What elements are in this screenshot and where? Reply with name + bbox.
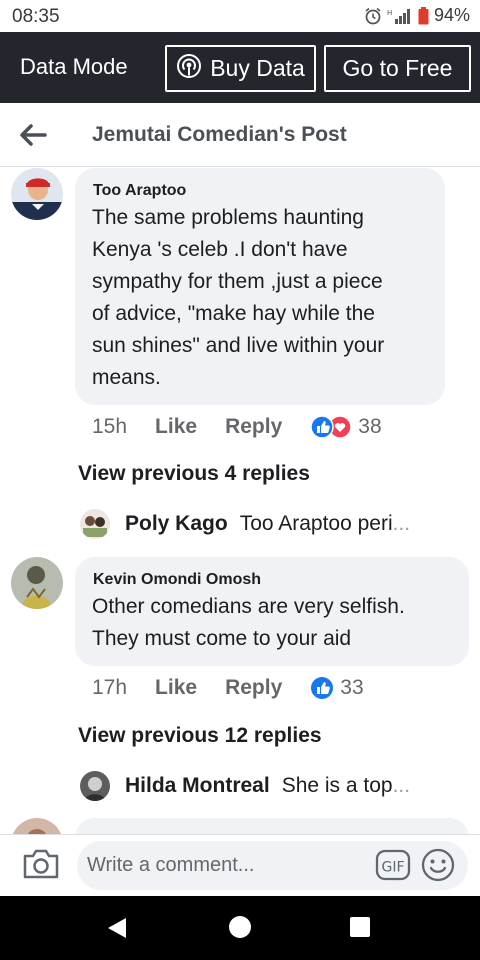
reactions-count: 38: [358, 415, 382, 438]
nav-recent-apps-icon[interactable]: [350, 917, 370, 937]
nav-home-icon[interactable]: [229, 916, 251, 938]
comment-meta: 15h Like Reply 38: [92, 415, 382, 439]
alarm-icon: [364, 7, 382, 25]
reactions[interactable]: [310, 676, 334, 700]
comment-line: They must come to your aid: [92, 627, 352, 650]
comment-author[interactable]: Kevin Omondi Omosh: [93, 571, 261, 589]
comment-meta: 17h Like Reply 33: [92, 676, 364, 700]
comment-line: The same problems haunting: [92, 206, 364, 229]
reply-avatar: [80, 771, 110, 801]
nav-back-icon[interactable]: [106, 917, 128, 944]
view-previous-replies[interactable]: View previous 12 replies: [78, 724, 322, 748]
comment-line: means.: [92, 366, 161, 389]
comment-line: of advice, "make hay while the: [92, 302, 375, 325]
svg-text:H: H: [387, 9, 392, 17]
status-icons: H 94%: [364, 5, 470, 26]
comment-line: Kenya 's celeb .I don't have: [92, 238, 348, 261]
like-button[interactable]: Like: [155, 676, 197, 700]
like-reaction-icon: [311, 677, 334, 699]
reactions[interactable]: [310, 415, 353, 439]
reply-button[interactable]: Reply: [225, 415, 282, 439]
comment-line: sun shines" and live within your: [92, 334, 385, 357]
gif-icon[interactable]: GIF: [375, 847, 411, 883]
comment-time: 17h: [92, 676, 128, 699]
reply-author: Poly Kago: [125, 512, 228, 535]
comment-time: 15h: [92, 415, 128, 438]
reply-text: She is a top: [281, 774, 393, 797]
reply-ellipsis: ...: [392, 512, 411, 535]
go-to-free-button[interactable]: Go to Free: [324, 45, 471, 92]
data-mode-title: Data Mode: [20, 54, 128, 79]
comment-composer: GIF: [0, 834, 480, 896]
battery-icon: [418, 6, 429, 25]
signal-icon: H: [387, 8, 413, 24]
status-time: 08:35: [12, 6, 60, 27]
reply-avatar: [80, 509, 110, 539]
comment-line: sympathy for them ,just a piece: [92, 270, 383, 293]
broadcast-icon: [176, 53, 202, 85]
buy-data-label: Buy Data: [210, 55, 305, 81]
reply-author: Hilda Montreal: [125, 774, 270, 797]
latest-reply[interactable]: Hilda Montreal She is a top ...: [80, 770, 410, 802]
back-arrow-icon[interactable]: [18, 121, 48, 149]
android-nav-bar: [0, 896, 480, 960]
go-to-free-label: Go to Free: [342, 55, 453, 81]
reactions-count: 33: [340, 676, 364, 699]
reply-button[interactable]: Reply: [225, 676, 282, 700]
like-button[interactable]: Like: [155, 415, 197, 439]
post-header: Jemutai Comedian's Post: [0, 103, 480, 167]
camera-icon[interactable]: [22, 847, 60, 881]
page-title: Jemutai Comedian's Post: [92, 123, 347, 146]
view-previous-replies[interactable]: View previous 4 replies: [78, 462, 310, 486]
data-mode-bar: Data Mode Buy Data Go to Free: [0, 32, 480, 103]
latest-reply[interactable]: Poly Kago Too Araptoo peri ...: [80, 508, 410, 540]
reply-ellipsis: ...: [392, 774, 411, 797]
like-reaction-icon: [310, 415, 335, 439]
comment-line: Other comedians are very selfish.: [92, 595, 405, 618]
screen: 08:35 H 94% Data Mode Buy Data Go to Fre…: [0, 0, 480, 960]
buy-data-button[interactable]: Buy Data: [165, 45, 316, 92]
battery-percent: 94%: [433, 5, 470, 25]
avatar[interactable]: [11, 557, 63, 609]
comment-author[interactable]: Too Araptoo: [93, 182, 186, 200]
gif-label: GIF: [381, 860, 404, 876]
avatar[interactable]: [11, 168, 63, 220]
reply-text: Too Araptoo peri: [239, 512, 393, 535]
status-bar: 08:35 H 94%: [0, 0, 480, 32]
emoji-icon[interactable]: [420, 847, 456, 883]
